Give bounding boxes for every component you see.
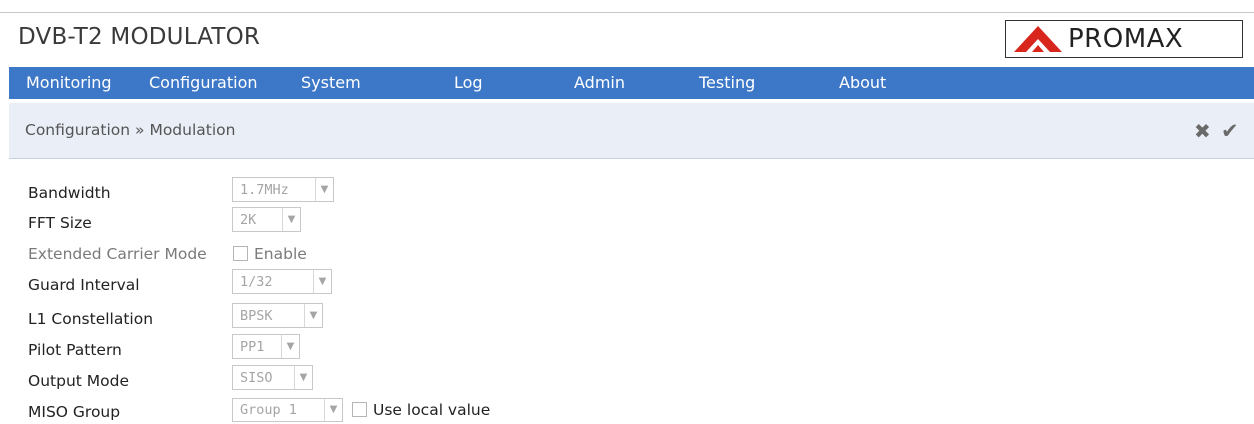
guard-interval-label: Guard Interval [28, 276, 140, 294]
nav-monitoring[interactable]: Monitoring [26, 73, 112, 92]
guard-interval-select[interactable]: 1/32 ▼ [232, 269, 332, 294]
nav-log[interactable]: Log [454, 73, 483, 92]
chevron-down-icon: ▼ [281, 335, 299, 358]
l1-constellation-select[interactable]: BPSK ▼ [232, 303, 323, 328]
pilot-pattern-value: PP1 [240, 339, 265, 355]
breadcrumb-bar: Configuration » Modulation ✖ ✔ [9, 103, 1254, 159]
fft-size-label: FFT Size [28, 214, 92, 232]
bandwidth-select[interactable]: 1.7MHz ▼ [232, 177, 334, 202]
chevron-down-icon: ▼ [324, 399, 342, 421]
miso-group-select[interactable]: Group 1 ▼ [232, 398, 343, 422]
output-mode-label: Output Mode [28, 372, 129, 390]
guard-interval-value: 1/32 [240, 274, 273, 290]
l1-constellation-value: BPSK [240, 308, 273, 324]
bandwidth-value: 1.7MHz [240, 182, 289, 198]
miso-group-value: Group 1 [240, 402, 297, 418]
nav-about[interactable]: About [839, 73, 886, 92]
pilot-pattern-select[interactable]: PP1 ▼ [232, 334, 300, 359]
close-icon[interactable]: ✖ [1194, 119, 1211, 143]
chevron-down-icon: ▼ [282, 208, 300, 231]
main-nav: Monitoring Configuration System Log Admi… [9, 67, 1254, 99]
fft-size-value: 2K [240, 212, 257, 228]
fft-size-select[interactable]: 2K ▼ [232, 207, 301, 232]
output-mode-select[interactable]: SISO ▼ [232, 365, 313, 390]
chevron-down-icon: ▼ [315, 178, 333, 201]
extended-carrier-enable-label: Enable [254, 245, 307, 263]
check-icon[interactable]: ✔ [1221, 119, 1239, 143]
nav-system[interactable]: System [301, 73, 361, 92]
chevron-down-icon: ▼ [313, 270, 331, 293]
l1-constellation-label: L1 Constellation [28, 310, 154, 328]
logo-mark-icon [1014, 26, 1062, 52]
extended-carrier-label: Extended Carrier Mode [28, 245, 207, 263]
use-local-value-label: Use local value [373, 401, 491, 419]
miso-group-label: MISO Group [28, 403, 121, 421]
output-mode-value: SISO [240, 370, 273, 386]
page-title: DVB-T2 MODULATOR [18, 24, 261, 50]
nav-admin[interactable]: Admin [574, 73, 625, 92]
promax-logo: PROMAX [1005, 20, 1243, 58]
bandwidth-label: Bandwidth [28, 184, 111, 202]
logo-text: PROMAX [1068, 24, 1184, 54]
chevron-down-icon: ▼ [304, 304, 322, 327]
breadcrumb: Configuration » Modulation [25, 121, 236, 139]
nav-configuration[interactable]: Configuration [149, 73, 258, 92]
chevron-down-icon: ▼ [294, 366, 312, 389]
extended-carrier-checkbox[interactable] [233, 246, 248, 261]
use-local-value-checkbox[interactable] [352, 402, 367, 417]
top-divider [0, 12, 1254, 13]
nav-testing[interactable]: Testing [699, 73, 755, 92]
pilot-pattern-label: Pilot Pattern [28, 341, 122, 359]
